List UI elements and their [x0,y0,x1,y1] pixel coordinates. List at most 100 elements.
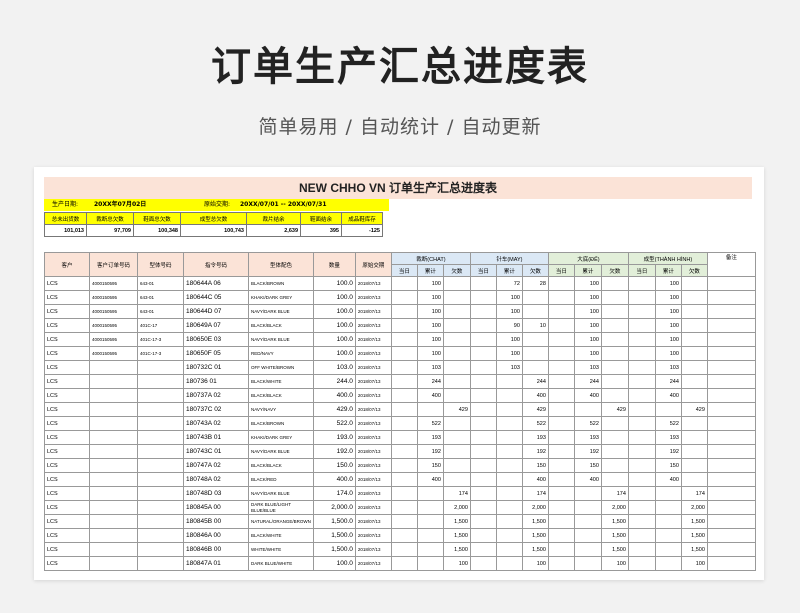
cell-remark [706,360,756,375]
cell-style [137,402,184,417]
cell-progress-value [442,346,471,361]
cell-progress-value [469,528,497,543]
cell-progress-value [469,318,497,333]
cell-progress-value [654,528,682,543]
cell-progress-value: 193 [654,430,682,445]
cell-progress-value [495,556,523,571]
table-row: LCS 4000150595 643-01 180644A 06 BLACK/BROWN… [44,276,756,291]
cell-progress-value: 1,500 [521,528,549,543]
page-subtitle: 简单易用 / 自动统计 / 自动更新 [258,116,542,138]
cell-progress-value [390,360,418,375]
cell-progress-value: 192 [654,444,682,459]
page-title: 订单生产汇总进度表 [211,44,589,90]
cell-progress-value: 150 [521,458,549,473]
cell-order: 180747A 02 [183,458,249,473]
cell-progress-value: 100 [654,332,682,347]
cell-due-date: 2018/07/13 [354,500,392,515]
cell-progress-value: 100 [654,290,682,305]
cell-progress-value [547,374,575,389]
date-label: 生产日期: [52,201,79,208]
cell-progress-value: 400 [521,388,549,403]
cell-progress-value [495,472,523,487]
cell-progress-value [573,542,602,557]
info-row: 生产日期: 20XX年07月02日 原始交期: 20XX/07/01 -- 20… [44,199,389,211]
cell-customer-po: 4000150595 [89,346,138,361]
cell-order: 180743B 01 [183,430,249,445]
cell-progress-value: 100 [442,556,471,571]
cell-customer: LCS [44,318,90,333]
table-row: LCS 180846A 00 BLACK/WHITE 1,500.0 2018/07/1… [44,528,756,543]
cell-progress-value: 174 [600,486,629,501]
cell-progress-value [469,388,497,403]
table-row: LCS 180743B 01 KHAKI/DARK GREY 193.0 2018/07… [44,430,756,445]
cell-progress-value: 192 [573,444,602,459]
cell-style [137,430,184,445]
cell-progress-value: 244 [521,374,549,389]
cell-progress-value [627,346,656,361]
cell-progress-value [469,402,497,417]
cell-style: 401C-17-3 [137,332,184,347]
table-row: LCS 180737C 02 NAVY/NAVY 429.0 2018/07/13 429… [44,402,756,417]
cell-progress-value: 400 [654,388,682,403]
cell-progress-value [680,276,708,291]
cell-progress-value: 1,500 [442,542,471,557]
cell-quantity: 100.0 [312,290,356,305]
cell-remark [706,444,756,459]
cell-progress-value [469,304,497,319]
cell-style: 401C-17-3 [137,346,184,361]
cell-progress-value [521,360,549,375]
cell-order: 180847A 01 [183,556,249,571]
cell-color: BLACK/BLACK [248,458,314,473]
cell-customer-po [89,360,138,375]
cell-customer: LCS [44,458,90,473]
cell-due-date: 2018/07/13 [354,346,392,361]
cell-customer: LCS [44,542,90,557]
cell-customer: LCS [44,444,90,459]
cell-progress-value [680,430,708,445]
cell-progress-value [627,304,656,319]
cell-customer-po [89,444,138,459]
table-row: LCS 180743C 01 NAVY/DARK BLUE 192.0 2018/07/… [44,444,756,459]
cell-progress-value [627,276,656,291]
summary-header: 裁片结余 [246,212,301,225]
cell-due-date: 2018/07/13 [354,374,392,389]
cell-progress-value [416,556,444,571]
cell-progress-value [547,514,575,529]
cell-order: 180846A 00 [183,528,249,543]
cell-customer-po [89,402,138,417]
cell-customer-po [89,374,138,389]
cell-customer: LCS [44,360,90,375]
cell-progress-value [627,290,656,305]
cell-progress-value [442,388,471,403]
cell-progress-value: 174 [442,486,471,501]
cell-progress-value: 150 [573,458,602,473]
cell-progress-value [547,458,575,473]
cell-progress-value: 100 [495,332,523,347]
cell-progress-value [390,528,418,543]
cell-order: 180845A 00 [183,500,249,515]
cell-customer: LCS [44,290,90,305]
cell-progress-value [627,458,656,473]
cell-color: KHAKI/DARK GREY [248,430,314,445]
cell-order: 180650E 03 [183,332,249,347]
cell-style [137,416,184,431]
group-header: 成型(THÀNH HÌNH) [627,252,708,265]
cell-remark [706,458,756,473]
cell-customer-po [89,556,138,571]
col-header: 客户 [44,252,90,277]
cell-quantity: 244.0 [312,374,356,389]
cell-color: BLACK/BLACK [248,388,314,403]
cell-order: 180732C 01 [183,360,249,375]
cell-progress-value [627,416,656,431]
cell-progress-value: 2,000 [521,500,549,515]
cell-progress-value [547,500,575,515]
cell-progress-value [627,388,656,403]
summary-header: 裁断总欠数 [86,212,134,225]
cell-customer: LCS [44,346,90,361]
cell-order: 180743C 01 [183,444,249,459]
cell-quantity: 522.0 [312,416,356,431]
cell-progress-value [416,402,444,417]
cell-quantity: 1,500.0 [312,528,356,543]
cell-customer-po: 4000150595 [89,304,138,319]
cell-progress-value: 522 [573,416,602,431]
